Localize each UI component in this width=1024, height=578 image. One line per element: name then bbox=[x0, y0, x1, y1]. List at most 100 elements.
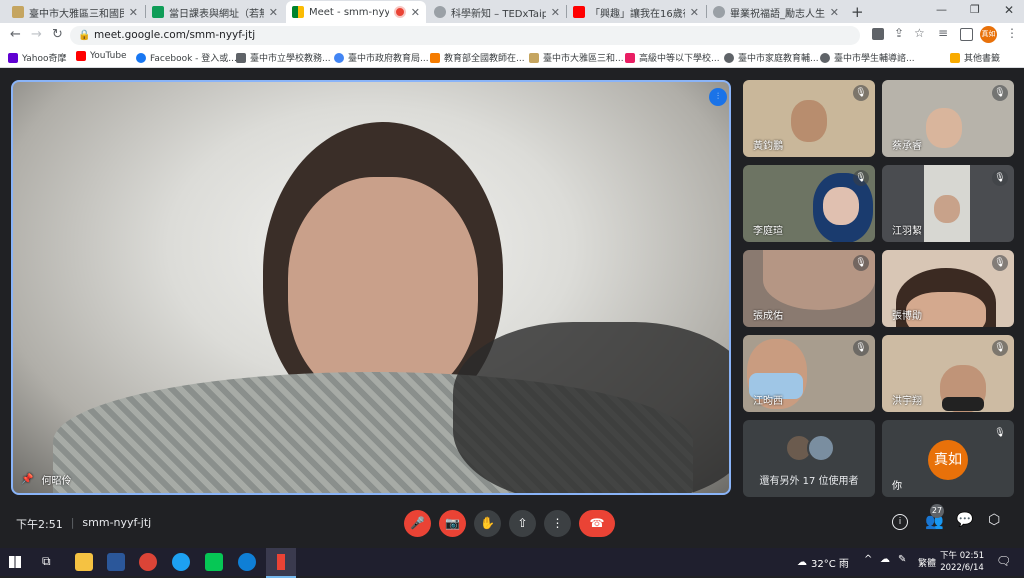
bookmark-item[interactable]: 教育部全國教師在... bbox=[430, 51, 525, 64]
weather-widget[interactable]: ☁ 32°C 雨 bbox=[797, 555, 849, 570]
globe-favicon-icon bbox=[434, 6, 446, 18]
participant-tile[interactable]: 🎙 江昀西 bbox=[743, 335, 875, 412]
tab-meet[interactable]: Meet - smm-nyyf-jtj ✕ bbox=[286, 1, 426, 23]
bookmark-item[interactable]: Yahoo奇摩 bbox=[8, 51, 67, 64]
reading-list-icon[interactable]: ≡ bbox=[938, 26, 948, 40]
forward-arrow-icon[interactable]: → bbox=[31, 27, 42, 42]
tray-chevron-icon[interactable]: ^ bbox=[864, 554, 872, 565]
close-tab-icon[interactable]: ✕ bbox=[411, 6, 420, 19]
school-icon bbox=[236, 52, 246, 63]
restore-window-icon[interactable]: ❐ bbox=[970, 3, 980, 16]
bookmark-label: 高級中等以下學校... bbox=[639, 54, 720, 64]
participant-tile[interactable]: 🎙 張成佑 bbox=[743, 250, 875, 327]
participant-tile[interactable]: 🎙 李庭瑄 bbox=[743, 165, 875, 242]
bookmark-item[interactable]: 臺中市學生輔導諮... bbox=[820, 51, 915, 64]
leave-call-button[interactable]: ☎ bbox=[579, 510, 615, 537]
close-tab-icon[interactable]: ✕ bbox=[129, 6, 138, 19]
bookmarks-bar: Yahoo奇摩 YouTube Facebook - 登入或... 臺中市立學校… bbox=[0, 48, 1024, 68]
word-icon[interactable] bbox=[107, 553, 125, 571]
bookmark-label: 臺中市學生輔導諮... bbox=[834, 54, 915, 64]
participant-name: 洪宇翔 bbox=[892, 396, 922, 407]
bookmark-item[interactable]: 臺中市家庭教育輔... bbox=[724, 51, 819, 64]
file-explorer-icon[interactable] bbox=[75, 553, 93, 571]
raise-hand-button[interactable]: ✋ bbox=[474, 510, 501, 537]
share-icon[interactable]: ⇪ bbox=[894, 26, 904, 40]
bookmark-label: 教育部全國教師在... bbox=[444, 54, 525, 64]
edge-icon[interactable] bbox=[238, 553, 256, 571]
back-arrow-icon[interactable]: ← bbox=[10, 27, 21, 42]
camera-indicator-icon[interactable] bbox=[872, 28, 884, 40]
bookmark-item[interactable]: 臺中市政府教育局... bbox=[334, 51, 429, 64]
task-view-icon[interactable]: ⧉ bbox=[42, 554, 51, 569]
tab-graduation[interactable]: 畢業祝福語_勵志人生網_ ✕ bbox=[707, 1, 845, 23]
meeting-details-icon[interactable]: i bbox=[892, 514, 908, 530]
clock-date: 2022/6/14 bbox=[940, 563, 984, 573]
notification-icon[interactable]: 🗨 bbox=[996, 554, 1011, 568]
present-button[interactable]: ⇧ bbox=[509, 510, 536, 537]
active-app-slot[interactable] bbox=[266, 548, 296, 578]
activities-icon[interactable]: ⬡ bbox=[988, 512, 1000, 528]
school-favicon-icon bbox=[12, 6, 24, 18]
main-speaker-video[interactable]: ⫶ 📌 何昭伶 bbox=[11, 80, 731, 495]
url-field[interactable]: 🔒 meet.google.com/smm-nyyf-jtj bbox=[70, 26, 860, 45]
bookmark-item[interactable]: 臺中市大雅區三和... bbox=[529, 51, 624, 64]
address-bar-row: ← → ↻ 🔒 meet.google.com/smm-nyyf-jtj ⇪ ☆… bbox=[0, 23, 1024, 48]
mic-toggle-button[interactable]: 🎤 bbox=[404, 510, 431, 537]
participant-tile[interactable]: 🎙 洪宇翔 bbox=[882, 335, 1014, 412]
participant-tile[interactable]: 🎙 蔡承睿 bbox=[882, 80, 1014, 157]
minimize-icon[interactable]: — bbox=[936, 3, 947, 16]
line-icon[interactable] bbox=[205, 553, 223, 571]
chat-icon[interactable]: 💬 bbox=[956, 512, 973, 528]
tab-youtube[interactable]: 「興趣」讓我在16歲得世界 ✕ bbox=[567, 1, 705, 23]
tab-schedule[interactable]: 當日課表與網址（若無資料 ✕ bbox=[146, 1, 284, 23]
clock[interactable]: 下午 02:51 2022/6/14 bbox=[940, 550, 984, 574]
people-count-badge: 27 bbox=[930, 504, 944, 518]
bookmark-star-icon[interactable]: ☆ bbox=[914, 26, 925, 40]
mic-off-icon: 🎙 bbox=[992, 425, 1008, 441]
other-bookmarks[interactable]: 其他書籤 bbox=[950, 51, 1000, 64]
others-tile[interactable]: 還有另外 17 位使用者 bbox=[743, 420, 875, 497]
bookmark-item[interactable]: 臺中市立學校教務... bbox=[236, 51, 331, 64]
participant-tile[interactable]: 🎙 黃鈞鵬 bbox=[743, 80, 875, 157]
bookmark-item[interactable]: Facebook - 登入或... bbox=[136, 51, 237, 64]
side-panel-icon[interactable] bbox=[960, 28, 973, 41]
other-avatar bbox=[807, 434, 835, 462]
more-options-button[interactable]: ⋮ bbox=[544, 510, 571, 537]
reload-icon[interactable]: ↻ bbox=[52, 27, 63, 42]
speaker-face bbox=[288, 177, 478, 402]
youtube-icon bbox=[76, 51, 86, 61]
pen-icon[interactable]: ✎ bbox=[898, 554, 906, 565]
profile-avatar[interactable]: 真如 bbox=[980, 26, 997, 43]
mic-off-icon: 🎙 bbox=[992, 85, 1008, 101]
self-tile[interactable]: 真如 🎙 你 bbox=[882, 420, 1014, 497]
windows-start-icon[interactable] bbox=[9, 556, 21, 568]
bookmark-item[interactable]: YouTube bbox=[76, 51, 127, 61]
recording-dot-icon bbox=[393, 6, 406, 18]
menu-dots-icon[interactable]: ⋮ bbox=[1006, 26, 1018, 40]
mic-off-icon: 🎙 bbox=[853, 85, 869, 101]
speaker-label: 📌 何昭伶 bbox=[21, 472, 71, 487]
education-icon bbox=[430, 52, 440, 63]
close-window-icon[interactable]: ✕ bbox=[1004, 3, 1014, 17]
weather-text: 32°C 雨 bbox=[811, 559, 849, 570]
chrome-icon[interactable] bbox=[139, 553, 157, 571]
camera-toggle-button[interactable]: 📷 bbox=[439, 510, 466, 537]
participant-tile[interactable]: 🎙 張博勛 bbox=[882, 250, 1014, 327]
close-tab-icon[interactable]: ✕ bbox=[690, 6, 699, 19]
close-tab-icon[interactable]: ✕ bbox=[551, 6, 560, 19]
mic-off-icon: 🎙 bbox=[853, 255, 869, 271]
facebook-icon bbox=[136, 52, 146, 63]
bookmark-label: 其他書籤 bbox=[964, 54, 1001, 64]
internet-explorer-icon[interactable] bbox=[172, 553, 190, 571]
participant-tile[interactable]: 🎙 江羽絜 bbox=[882, 165, 1014, 242]
new-tab-button[interactable]: + bbox=[851, 3, 864, 21]
school-icon bbox=[529, 52, 539, 63]
onedrive-icon[interactable]: ☁ bbox=[880, 554, 890, 565]
tab-school[interactable]: 臺中市大雅區三和國民小學 ✕ bbox=[6, 1, 144, 23]
bookmark-label: 臺中市政府教育局... bbox=[348, 54, 429, 64]
close-tab-icon[interactable]: ✕ bbox=[269, 6, 278, 19]
bookmark-item[interactable]: 高級中等以下學校... bbox=[625, 51, 720, 64]
tab-tedx[interactable]: 科學新知 – TEDxTaipei ✕ bbox=[428, 1, 566, 23]
close-tab-icon[interactable]: ✕ bbox=[830, 6, 839, 19]
ime-indicator[interactable]: 繁體 bbox=[918, 556, 936, 569]
